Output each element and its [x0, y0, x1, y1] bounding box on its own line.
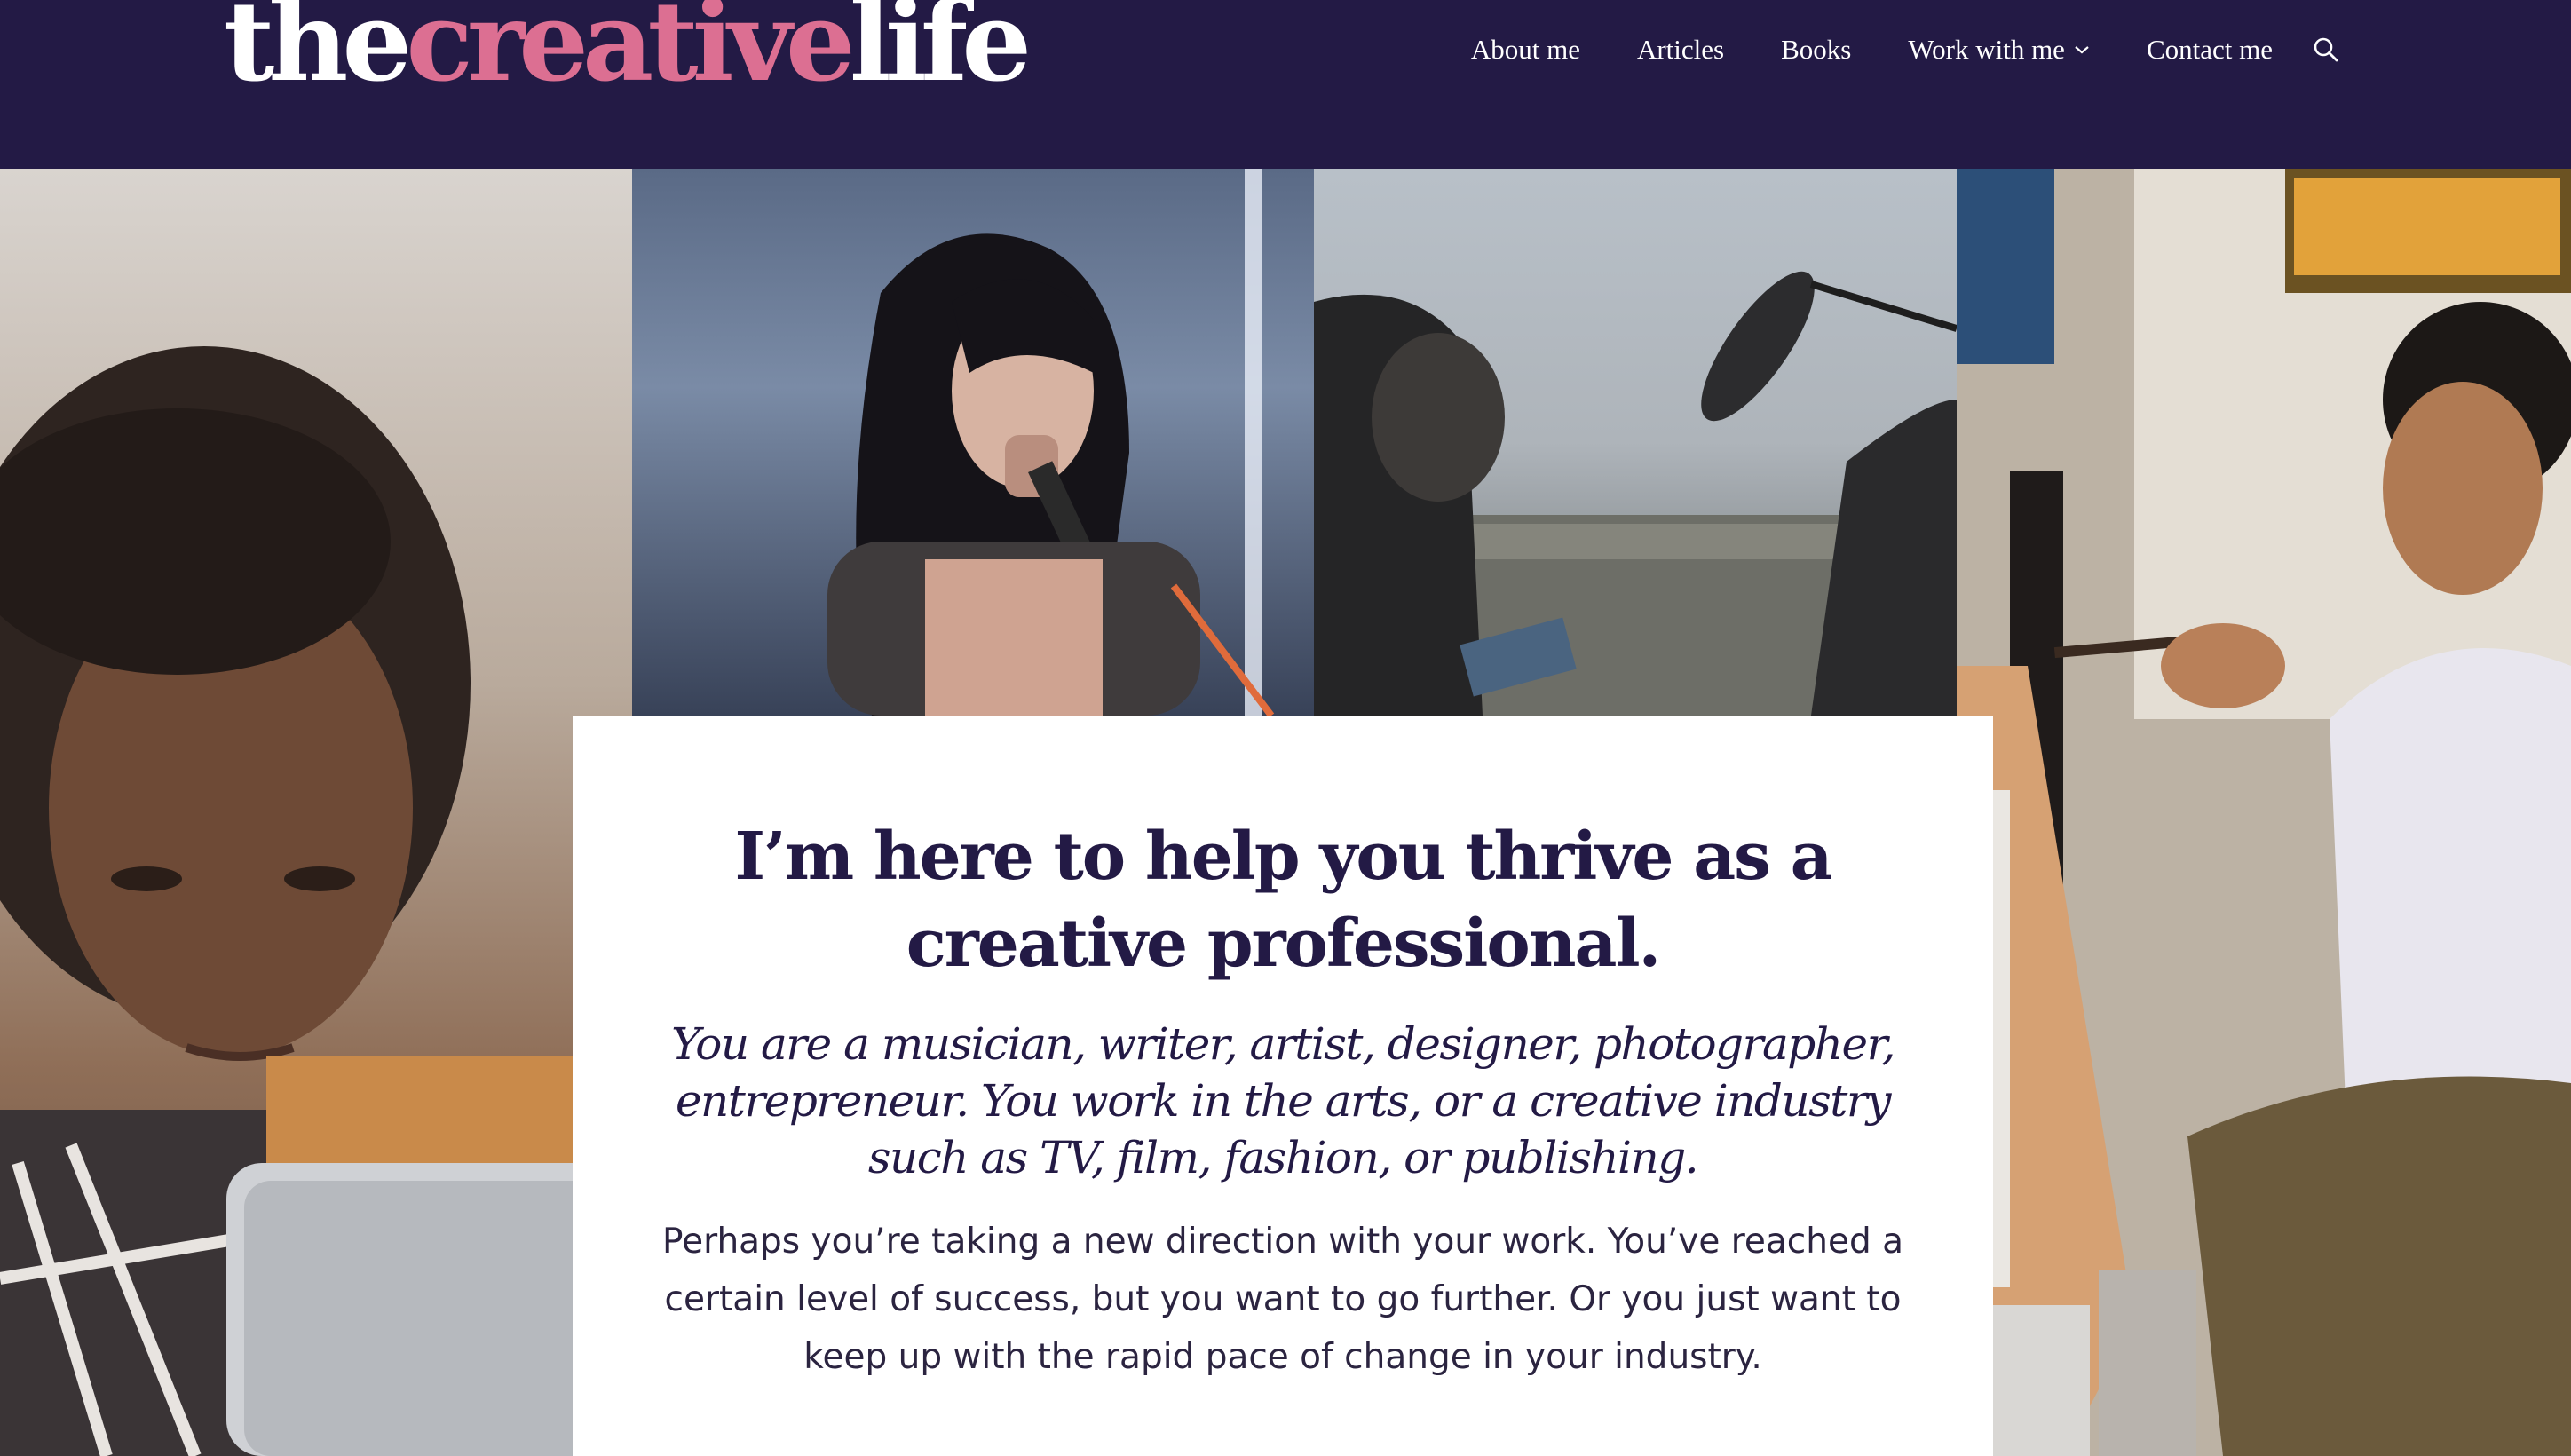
search-icon[interactable]	[2312, 36, 2340, 64]
intro-card: I’m here to help you thrive as a creativ…	[573, 716, 1993, 1456]
page-headline: I’m here to help you thrive as a creativ…	[734, 819, 1832, 982]
main-nav: About me Articles Books Work with me Con…	[1414, 30, 2340, 69]
logo-part-life: life	[849, 0, 1032, 107]
logo-part-creative: creative	[406, 0, 855, 107]
site-header: thecreativelife About me Articles Books …	[0, 0, 2571, 169]
nav-contact-me[interactable]: Contact me	[2147, 34, 2273, 66]
nav-books[interactable]: Books	[1781, 34, 1851, 66]
photo-film-crew-boom-mic	[1314, 169, 1957, 716]
photo-man-painting-canvas	[1957, 169, 2571, 1456]
logo-part-the: the	[224, 0, 412, 107]
page-subheadline: You are a musician, writer, artist, desi…	[671, 1018, 1895, 1183]
hero-section: I’m here to help you thrive as a creativ…	[0, 169, 2571, 1456]
intro-paragraph: Perhaps you’re taking a new direction wi…	[661, 1222, 1904, 1377]
nav-work-with-me[interactable]: Work with me	[1908, 34, 2090, 66]
site-logo[interactable]: thecreativelife	[224, 0, 1032, 98]
nav-about-me[interactable]: About me	[1471, 34, 1580, 66]
nav-work-with-me-label: Work with me	[1908, 34, 2065, 65]
photo-singer-with-microphone	[632, 169, 1314, 716]
chevron-down-icon	[2075, 46, 2089, 54]
nav-articles[interactable]: Articles	[1637, 34, 1724, 66]
photo-woman-with-laptop	[0, 169, 632, 1456]
